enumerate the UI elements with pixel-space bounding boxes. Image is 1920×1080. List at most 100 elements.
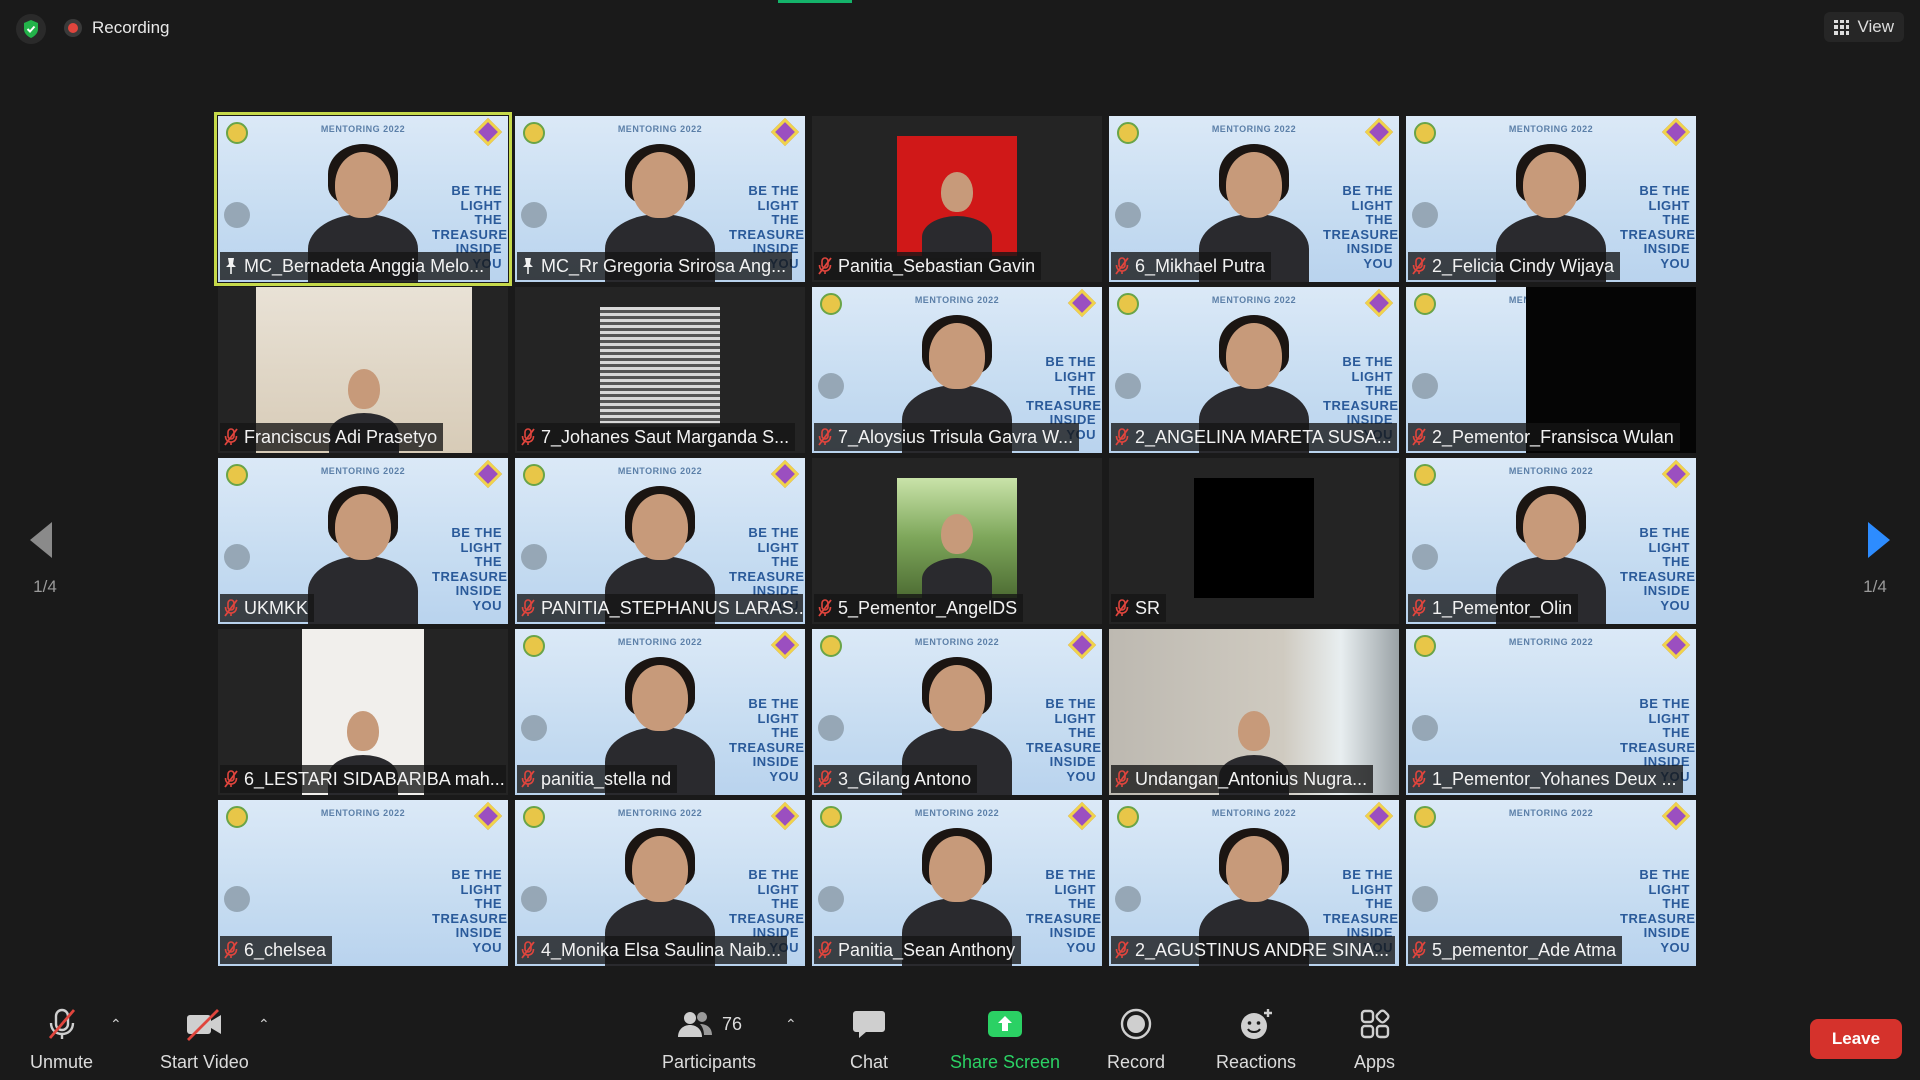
arrow-left-icon[interactable] (22, 518, 62, 562)
poster-bubble (818, 373, 844, 399)
participant-name-tag: 7_Johanes Saut Marganda S... (517, 423, 796, 451)
participant-tile[interactable]: MENTORING 2022BE THE LIGHT THE TREASURE … (1406, 629, 1696, 795)
apps-button[interactable]: Apps (1354, 1004, 1395, 1073)
participant-tile[interactable]: Undangan_Antonius Nugra... (1109, 629, 1399, 795)
record-button[interactable]: Record (1107, 1004, 1165, 1073)
participant-tile[interactable]: Franciscus Adi Prasetyo (218, 287, 508, 453)
unmute-button[interactable]: Unmute (30, 1004, 93, 1073)
participant-tile[interactable]: 7_Johanes Saut Marganda S... (515, 287, 805, 453)
poster-title: MENTORING 2022 (914, 295, 1000, 305)
participant-name-tag: MC_Rr Gregoria Srirosa Ang... (517, 252, 793, 280)
participant-tile[interactable]: MENTORING 2022BE THE LIGHT THE TREASURE … (1406, 458, 1696, 624)
security-shield-icon[interactable] (16, 14, 46, 44)
poster-bubble (521, 544, 547, 570)
participant-video (897, 136, 1017, 258)
poster-bubble (1412, 886, 1438, 912)
start-video-label: Start Video (160, 1052, 249, 1072)
poster-title: MENTORING 2022 (1211, 124, 1297, 134)
participant-tile[interactable]: MENTORING 2022BE THE LIGHT THE TREASURE … (812, 287, 1102, 453)
recording-indicator[interactable]: Recording (64, 18, 170, 38)
participant-name: MC_Bernadeta Anggia Melo... (244, 255, 485, 276)
participant-name-tag: 5_Pementor_AngelDS (814, 594, 1024, 622)
participant-tile[interactable]: MENTORING 2022BE THE LIGHT THE TREASURE … (1406, 116, 1696, 282)
audio-options-chevron-up-icon[interactable]: ⌃ (110, 1016, 122, 1033)
participant-name-tag: 2_Pementor_Fransisca Wulan (1408, 423, 1680, 451)
participant-tile[interactable]: Panitia_Sebastian Gavin (812, 116, 1102, 282)
participant-name-tag: 2_AGUSTINUS ANDRE SINA... (1111, 936, 1396, 964)
pin-icon (224, 257, 238, 275)
participant-name: PANITIA_STEPHANUS LARAS... (541, 597, 803, 618)
participant-tile[interactable]: MENTORING 2022BE THE LIGHT THE TREASURE … (1406, 287, 1696, 453)
record-icon (1120, 1004, 1152, 1044)
reactions-smiley-icon (1238, 1004, 1274, 1044)
participant-name-tag: Panitia_Sean Anthony (814, 936, 1022, 964)
participant-name: 5_Pementor_AngelDS (838, 597, 1018, 618)
mic-off-icon (818, 941, 832, 959)
participant-name: 2_ANGELINA MARETA SUSA... (1135, 426, 1392, 447)
poster-title: MENTORING 2022 (1211, 808, 1297, 818)
reactions-button[interactable]: Reactions (1216, 1004, 1296, 1073)
poster-title: MENTORING 2022 (617, 124, 703, 134)
participant-name: Undangan_Antonius Nugra... (1135, 768, 1368, 789)
participant-name: 6_chelsea (244, 939, 327, 960)
participant-tile[interactable]: MENTORING 2022BE THE LIGHT THE TREASURE … (515, 629, 805, 795)
participant-tile[interactable]: 6_LESTARI SIDABARIBA mah... (218, 629, 508, 795)
grid-icon (1834, 19, 1850, 35)
participant-tile[interactable]: MENTORING 2022BE THE LIGHT THE TREASURE … (515, 116, 805, 282)
participant-tile[interactable]: MENTORING 2022BE THE LIGHT THE TREASURE … (515, 458, 805, 624)
view-button[interactable]: View (1824, 12, 1904, 42)
participant-tile[interactable]: MENTORING 2022BE THE LIGHT THE TREASURE … (1109, 800, 1399, 966)
participant-tile[interactable]: MENTORING 2022BE THE LIGHT THE TREASURE … (812, 629, 1102, 795)
poster-bubble (1115, 373, 1141, 399)
participant-tile[interactable]: SR (1109, 458, 1399, 624)
poster-tagline: BE THE LIGHT THE TREASURE INSIDE YOU (432, 867, 508, 955)
record-dot-icon (64, 19, 82, 37)
poster-bubble (521, 715, 547, 741)
participant-name-tag: 3_Gilang Antono (814, 765, 978, 793)
participant-tile[interactable]: MENTORING 2022BE THE LIGHT THE TREASURE … (1109, 287, 1399, 453)
participant-name-tag: 5_pementor_Ade Atma (1408, 936, 1623, 964)
poster-bubble (818, 886, 844, 912)
video-off-icon (184, 1004, 224, 1044)
participant-name-tag: Franciscus Adi Prasetyo (220, 423, 444, 451)
participant-tile[interactable]: MENTORING 2022BE THE LIGHT THE TREASURE … (1406, 800, 1696, 966)
participant-name-tag: 7_Aloysius Trisula Gavra W... (814, 423, 1080, 451)
poster-tagline: BE THE LIGHT THE TREASURE INSIDE YOU (1620, 525, 1696, 613)
leave-button[interactable]: Leave (1810, 1019, 1902, 1059)
participants-count: 76 (722, 1013, 743, 1034)
participant-name: 2_AGUSTINUS ANDRE SINA... (1135, 939, 1390, 960)
participant-tile[interactable]: 5_Pementor_AngelDS (812, 458, 1102, 624)
participant-tile[interactable]: MENTORING 2022BE THE LIGHT THE TREASURE … (214, 112, 512, 286)
mic-off-icon (224, 428, 238, 446)
participant-name: 6_Mikhael Putra (1135, 255, 1266, 276)
unmute-label: Unmute (30, 1052, 94, 1072)
participants-button[interactable]: 76 Participants (662, 1004, 756, 1073)
participant-tile[interactable]: MENTORING 2022BE THE LIGHT THE TREASURE … (515, 800, 805, 966)
chat-button[interactable]: Chat (850, 1004, 888, 1073)
participants-chevron-up-icon[interactable]: ⌃ (785, 1016, 797, 1033)
participant-tile[interactable]: MENTORING 2022BE THE LIGHT THE TREASURE … (218, 800, 508, 966)
participant-name-tag: 1_Pementor_Yohanes Deux ... (1408, 765, 1683, 793)
poster-title: MENTORING 2022 (914, 637, 1000, 647)
participant-name-tag: SR (1111, 594, 1167, 622)
participant-name: 5_pementor_Ade Atma (1432, 939, 1617, 960)
participant-tile[interactable]: MENTORING 2022BE THE LIGHT THE TREASURE … (218, 458, 508, 624)
participant-name-tag: UKMKK (220, 594, 315, 622)
participant-name: Panitia_Sebastian Gavin (838, 255, 1036, 276)
mic-off-icon (1115, 257, 1129, 275)
arrow-right-icon[interactable] (1858, 518, 1898, 562)
poster-title: MENTORING 2022 (617, 808, 703, 818)
poster-title: MENTORING 2022 (1508, 124, 1594, 134)
participant-tile[interactable]: MENTORING 2022BE THE LIGHT THE TREASURE … (1109, 116, 1399, 282)
poster-bubble (521, 886, 547, 912)
participant-tile[interactable]: MENTORING 2022BE THE LIGHT THE TREASURE … (812, 800, 1102, 966)
reactions-label: Reactions (1216, 1052, 1297, 1072)
participant-name: 3_Gilang Antono (838, 768, 972, 789)
poster-bubble (521, 202, 547, 228)
start-video-button[interactable]: Start Video (160, 1004, 249, 1073)
participant-name-tag: MC_Bernadeta Anggia Melo... (220, 252, 491, 280)
participant-name-tag: 6_Mikhael Putra (1111, 252, 1272, 280)
share-screen-button[interactable]: Share Screen (950, 1004, 1060, 1073)
video-options-chevron-up-icon[interactable]: ⌃ (258, 1016, 270, 1033)
chat-icon (852, 1004, 886, 1044)
